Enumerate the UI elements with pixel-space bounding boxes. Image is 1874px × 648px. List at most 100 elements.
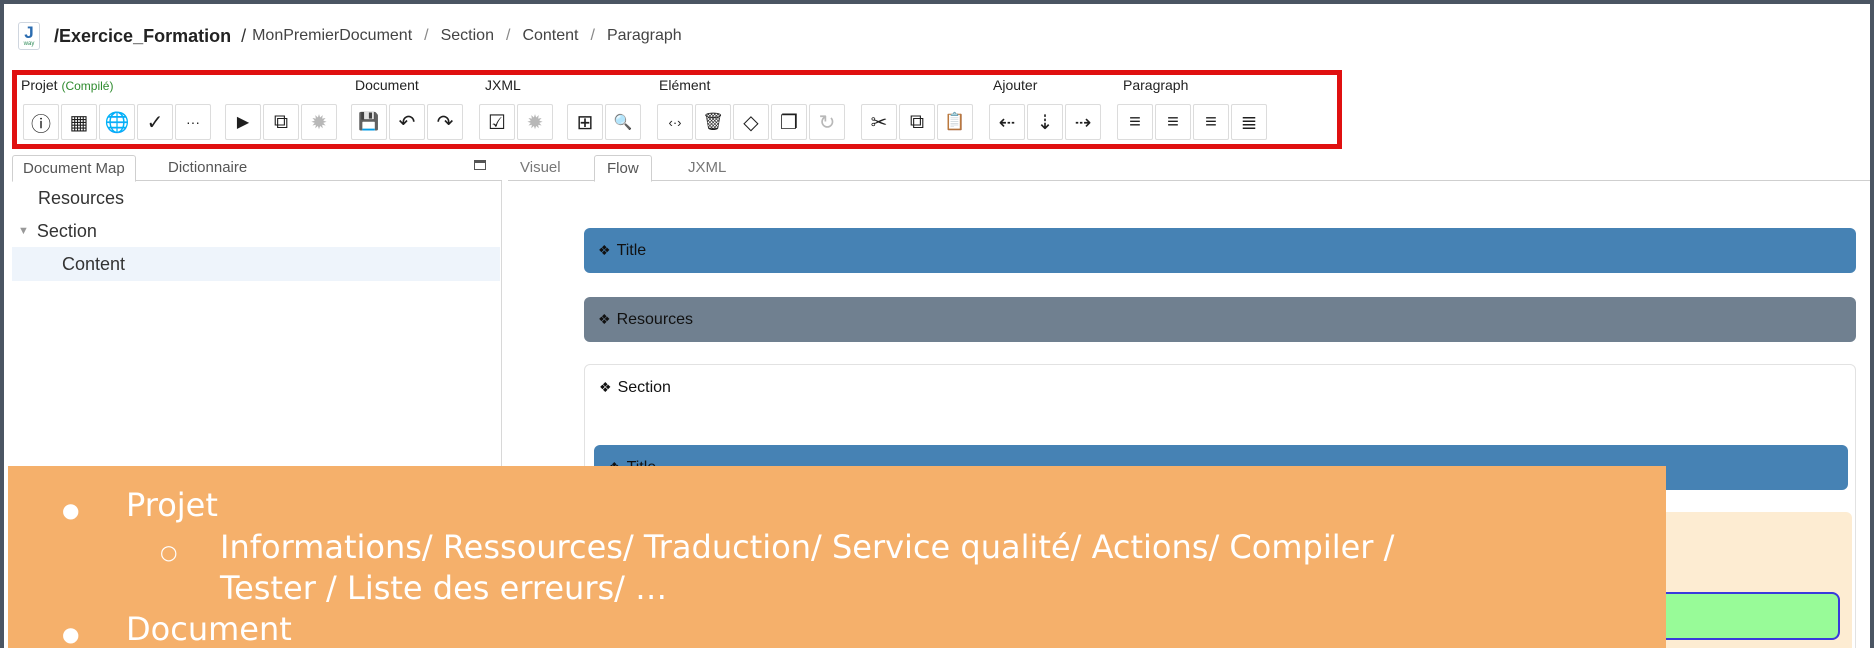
check-icon: ✓ bbox=[146, 111, 164, 134]
group-label-projet: Projet bbox=[21, 77, 58, 93]
search-button[interactable]: 🔍 bbox=[605, 104, 641, 140]
info-button[interactable]: ⓘ bbox=[23, 104, 59, 140]
scissors-icon: ✂ bbox=[870, 111, 888, 134]
move-icon[interactable]: ❖ bbox=[598, 311, 611, 328]
insert-after-button[interactable]: ⇢ bbox=[1065, 104, 1101, 140]
undo-button[interactable]: ↶ bbox=[389, 104, 425, 140]
tree-item-resources[interactable]: Resources bbox=[38, 181, 498, 215]
actions-button[interactable]: ··· bbox=[175, 104, 211, 140]
tree-item-content[interactable]: Content bbox=[12, 247, 500, 281]
search-icon: 🔍 bbox=[613, 114, 633, 131]
logo-subtext: way bbox=[23, 41, 35, 47]
slide-overlay: ● Projet ○ Informations/ Ressources/ Tra… bbox=[8, 466, 1666, 648]
copy-element-button[interactable]: ❐ bbox=[771, 104, 807, 140]
maximize-icon[interactable] bbox=[474, 160, 486, 170]
trash-icon: 🗑 bbox=[702, 112, 724, 131]
redo-button[interactable]: ↷ bbox=[427, 104, 463, 140]
breadcrumb-project[interactable]: /Exercice_Formation bbox=[54, 26, 231, 47]
app-window: J way /Exercice_Formation / MonPremierDo… bbox=[0, 0, 1874, 648]
tree-item-label: Section bbox=[36, 220, 97, 241]
validate-icon: ☑ bbox=[488, 111, 506, 134]
align-center-button[interactable]: ≡ bbox=[1155, 104, 1191, 140]
paste-button[interactable]: 📋 bbox=[937, 104, 973, 140]
toolbar-group-projet: Projet (Compilé) bbox=[21, 77, 113, 93]
delete-button[interactable]: 🗑 bbox=[695, 104, 731, 140]
tab-jxml[interactable]: JXML bbox=[676, 155, 738, 182]
info-icon: ⓘ bbox=[31, 113, 51, 136]
tree-item-label: Resources bbox=[38, 187, 125, 208]
align-justify-icon: ≣ bbox=[1240, 111, 1258, 134]
tab-flow[interactable]: Flow bbox=[594, 155, 652, 182]
insert-after-icon: ⇢ bbox=[1074, 111, 1092, 134]
quality-button[interactable]: ✓ bbox=[137, 104, 173, 140]
external-link-icon: ⧉ bbox=[273, 110, 289, 133]
align-left-icon: ≡ bbox=[1129, 110, 1141, 133]
insert-inside-icon: ⇣ bbox=[1036, 111, 1054, 134]
target-button[interactable]: ◇ bbox=[733, 104, 769, 140]
flow-block-resources[interactable]: ❖ Resources bbox=[584, 297, 1856, 342]
caret-down-icon[interactable]: ▼ bbox=[18, 225, 29, 237]
app-logo[interactable]: J way bbox=[18, 22, 40, 50]
toolbar-group-element: Elément bbox=[659, 77, 711, 93]
insert-before-button[interactable]: ⇠ bbox=[989, 104, 1025, 140]
code-icon: ‹·› bbox=[668, 114, 682, 130]
errors-button[interactable]: ✹ bbox=[301, 104, 337, 140]
resources-button[interactable]: ▦ bbox=[61, 104, 97, 140]
block-label: Resources bbox=[616, 310, 694, 328]
validate-button[interactable]: ☑ bbox=[479, 104, 515, 140]
cut-button[interactable]: ✂ bbox=[861, 104, 897, 140]
breadcrumb-separator: / bbox=[590, 27, 595, 44]
jxml-settings-button[interactable]: ✹ bbox=[517, 104, 553, 140]
refresh-button[interactable]: ↻ bbox=[809, 104, 845, 140]
more-icon: ··· bbox=[186, 114, 200, 130]
align-right-button[interactable]: ≡ bbox=[1193, 104, 1229, 140]
block-label: Title bbox=[616, 241, 647, 259]
bullet-circle: ○ bbox=[160, 540, 178, 564]
tree-item-label: Content bbox=[62, 253, 126, 274]
toolbar-group-jxml: JXML bbox=[485, 77, 521, 93]
overlay-line-details-cont: Tester / Liste des erreurs/ … bbox=[220, 569, 668, 607]
breadcrumb-item-section[interactable]: Section bbox=[441, 27, 494, 45]
paste-icon: 📋 bbox=[944, 112, 966, 131]
bullet-dot: ● bbox=[62, 622, 80, 646]
save-icon: 💾 bbox=[358, 112, 380, 131]
insert-before-icon: ⇠ bbox=[998, 111, 1016, 134]
align-right-icon: ≡ bbox=[1205, 110, 1217, 133]
editor-tabs: Visuel Flow JXML bbox=[508, 153, 1870, 182]
jxml-settings-icon: ✹ bbox=[526, 111, 544, 134]
breadcrumb-item-content[interactable]: Content bbox=[522, 27, 578, 45]
tab-visuel[interactable]: Visuel bbox=[508, 155, 573, 182]
code-button[interactable]: ‹·› bbox=[657, 104, 693, 140]
breadcrumb-item-document[interactable]: MonPremierDocument bbox=[252, 27, 412, 45]
compile-button[interactable]: ▶ bbox=[225, 104, 261, 140]
toolbar-group-ajouter: Ajouter bbox=[993, 77, 1038, 93]
save-button[interactable]: 💾 bbox=[351, 104, 387, 140]
tree-item-section[interactable]: ▼ Section bbox=[18, 214, 498, 248]
add-box-button[interactable]: ⊞ bbox=[567, 104, 603, 140]
target-icon: ◇ bbox=[743, 111, 759, 134]
flow-block-title[interactable]: ❖ Title bbox=[584, 228, 1856, 273]
tab-document-map[interactable]: Document Map bbox=[12, 155, 136, 182]
translation-button[interactable]: 🌐 bbox=[99, 104, 135, 140]
copy-element-icon: ❐ bbox=[780, 111, 798, 134]
block-label: Section bbox=[617, 379, 671, 396]
bug-icon: ✹ bbox=[310, 111, 328, 134]
align-left-button[interactable]: ≡ bbox=[1117, 104, 1153, 140]
overlay-line-details: Informations/ Ressources/ Traduction/ Se… bbox=[220, 528, 1395, 566]
bullet-dot: ● bbox=[62, 498, 80, 522]
breadcrumb-item-paragraph[interactable]: Paragraph bbox=[607, 27, 682, 45]
insert-inside-button[interactable]: ⇣ bbox=[1027, 104, 1063, 140]
move-icon[interactable]: ❖ bbox=[599, 379, 612, 396]
refresh-icon: ↻ bbox=[818, 111, 836, 134]
breadcrumb-separator: / bbox=[505, 27, 511, 44]
move-icon[interactable]: ❖ bbox=[598, 242, 611, 259]
redo-icon: ↷ bbox=[436, 111, 454, 134]
copy-button[interactable]: ⧉ bbox=[899, 104, 935, 140]
overlay-line-document: Document bbox=[126, 610, 292, 648]
align-justify-button[interactable]: ≣ bbox=[1231, 104, 1267, 140]
overlay-line-projet: Projet bbox=[126, 486, 218, 524]
tab-dictionnaire[interactable]: Dictionnaire bbox=[158, 155, 257, 182]
test-button[interactable]: ⧉ bbox=[263, 104, 299, 140]
toolbar-group-document: Document bbox=[355, 77, 419, 93]
copy-icon: ⧉ bbox=[909, 110, 925, 133]
